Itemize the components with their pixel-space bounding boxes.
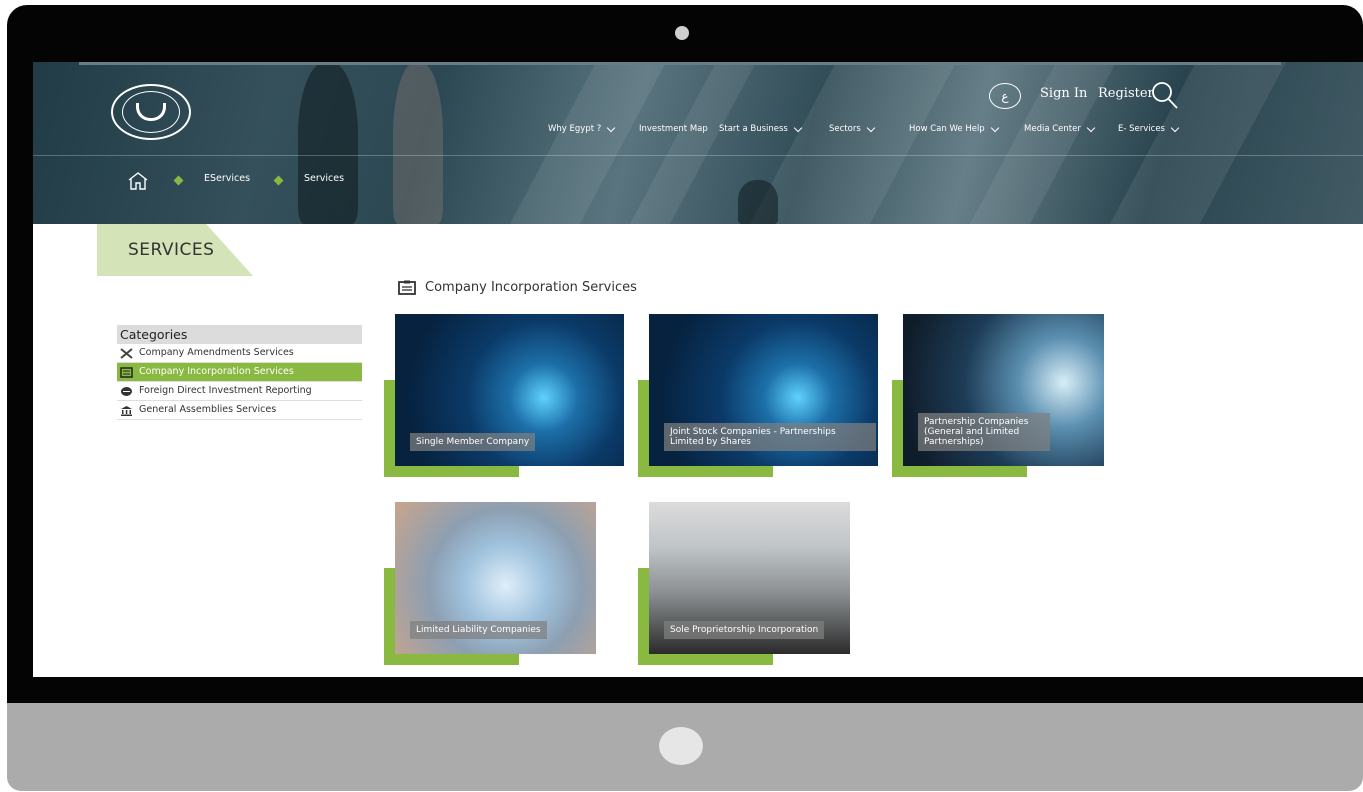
nav-media-center[interactable]: Media Center [1024, 123, 1096, 134]
card-title[interactable]: Single Member Company [410, 433, 536, 451]
monitor-chin [7, 703, 1363, 791]
browser-viewport: ع Sign In Register Why Egypt ? Investmen… [33, 62, 1363, 677]
book-icon [136, 103, 166, 121]
monitor-frame: ع Sign In Register Why Egypt ? Investmen… [7, 5, 1363, 792]
service-card-sole-proprietorship[interactable]: Sole Proprietorship Incorporation [638, 502, 850, 665]
nav-investment-map[interactable]: Investment Map [639, 124, 708, 134]
breadcrumb-separator-icon [273, 175, 284, 186]
nav-how-can-we-help[interactable]: How Can We Help [909, 123, 999, 134]
service-card-partnership[interactable]: Partnership Companies (General and Limit… [892, 314, 1104, 477]
card-title[interactable]: Joint Stock Companies - Partnerships Lim… [664, 423, 876, 451]
section-title: Company Incorporation Services [398, 280, 637, 295]
breadcrumb-services: Services [304, 173, 345, 184]
breadcrumb-separator-icon [173, 175, 184, 186]
category-company-amendments[interactable]: Company Amendments Services [117, 344, 362, 363]
screen-bezel: ع Sign In Register Why Egypt ? Investmen… [7, 5, 1363, 703]
categories-heading: Categories [117, 325, 362, 344]
nav-sectors[interactable]: Sectors [829, 123, 876, 134]
register-link[interactable]: Register [1098, 86, 1154, 101]
home-icon[interactable] [127, 171, 149, 191]
sign-in-link[interactable]: Sign In [1040, 86, 1087, 101]
chevron-down-icon [793, 123, 803, 132]
header-divider [33, 155, 1363, 156]
tools-icon [120, 347, 133, 359]
card-title[interactable]: Sole Proprietorship Incorporation [664, 621, 825, 639]
camera-icon [675, 26, 689, 40]
clipboard-icon [398, 280, 416, 295]
bank-icon [121, 405, 132, 416]
page-title: SERVICES [128, 240, 215, 260]
category-foreign-direct-investment[interactable]: Foreign Direct Investment Reporting [117, 382, 362, 401]
chevron-down-icon [1086, 123, 1096, 132]
clipboard-icon [120, 366, 133, 378]
nav-start-a-business[interactable]: Start a Business [719, 123, 803, 134]
card-title[interactable]: Partnership Companies (General and Limit… [918, 413, 1050, 451]
site-logo[interactable] [111, 84, 191, 140]
chevron-down-icon [866, 123, 876, 132]
language-toggle-button[interactable]: ع [989, 83, 1021, 109]
chevron-down-icon [607, 123, 616, 132]
card-title[interactable]: Limited Liability Companies [410, 621, 547, 639]
breadcrumb-eservices[interactable]: EServices [204, 173, 250, 184]
category-company-incorporation[interactable]: Company Incorporation Services [117, 363, 362, 382]
monitor-button-icon [659, 727, 703, 765]
service-card-joint-stock[interactable]: Joint Stock Companies - Partnerships Lim… [638, 314, 878, 477]
nav-e-services[interactable]: E- Services [1118, 123, 1180, 134]
nav-why-egypt[interactable]: Why Egypt ? [548, 123, 616, 134]
service-card-limited-liability[interactable]: Limited Liability Companies [384, 502, 596, 665]
categories-panel: Categories Company Amendments Services C… [117, 325, 362, 420]
category-general-assemblies[interactable]: General Assemblies Services [117, 401, 362, 420]
search-icon[interactable] [1151, 80, 1179, 110]
chevron-down-icon [1170, 123, 1180, 132]
header-top-border [79, 62, 1281, 65]
service-card-single-member[interactable]: Single Member Company [384, 314, 624, 477]
chevron-down-icon [990, 123, 999, 132]
coin-icon [121, 386, 132, 396]
site-header: ع Sign In Register Why Egypt ? Investmen… [33, 62, 1363, 224]
